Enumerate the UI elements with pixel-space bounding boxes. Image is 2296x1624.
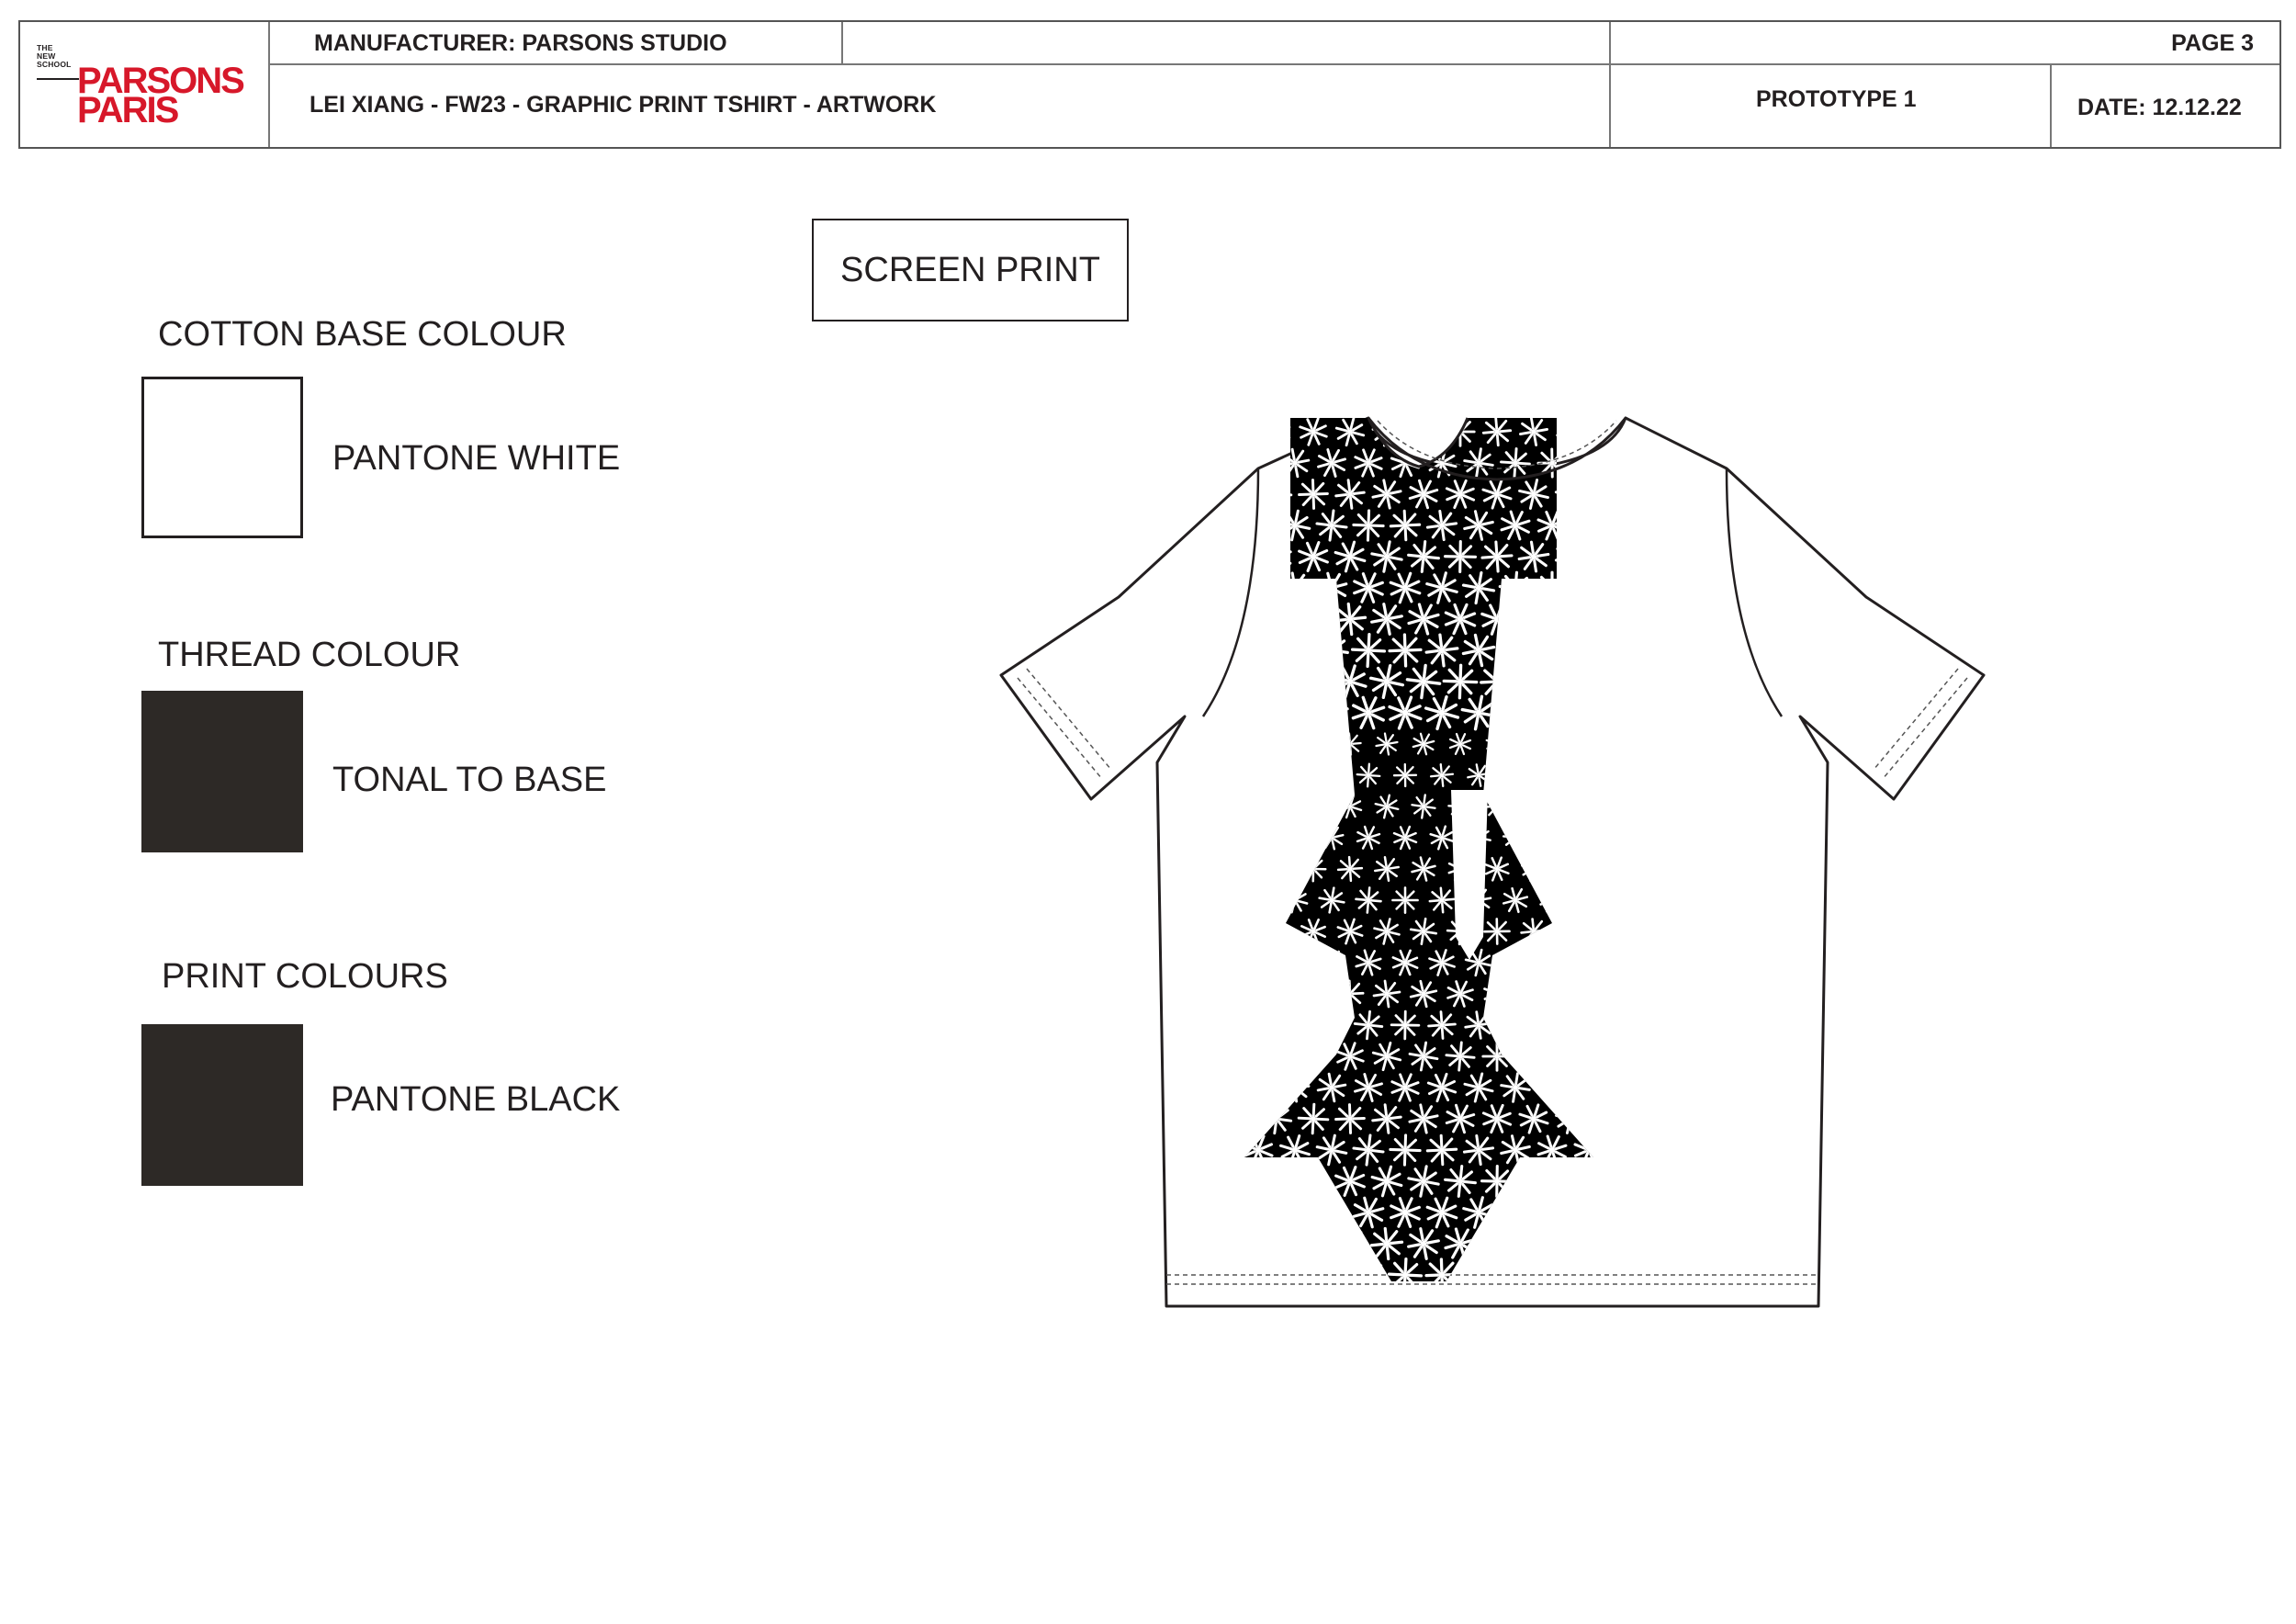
print-method-label: SCREEN PRINT <box>840 250 1100 289</box>
print-flower-motif <box>1256 418 1297 452</box>
thread-colour-heading: THREAD COLOUR <box>158 636 461 674</box>
logo-parsons-paris-text: PARSONS PARIS <box>77 61 245 130</box>
print-colour-swatch <box>141 1024 303 1186</box>
prototype-field: PROTOTYPE 1 <box>1756 86 1917 112</box>
print-flower-motif <box>1350 632 1387 669</box>
page-number: PAGE 3 <box>2171 30 2254 56</box>
date-field: DATE: 12.12.22 <box>2077 95 2242 120</box>
parsons-paris-logo: THE NEW SCHOOL PARSONS PARIS <box>37 44 266 136</box>
print-flower-motif <box>1351 508 1386 543</box>
print-flower-motif <box>1296 1101 1331 1136</box>
header-divider <box>2050 63 2052 147</box>
header-divider <box>1609 22 1611 147</box>
header-divider <box>841 22 843 63</box>
thread-colour-swatch <box>141 691 303 852</box>
print-flower-motif <box>1549 418 1592 453</box>
print-flower-motif <box>1391 886 1419 914</box>
logo-rule <box>37 78 79 80</box>
print-flower-motif <box>1390 1009 1421 1041</box>
thread-colour-value: TONAL TO BASE <box>332 761 607 799</box>
base-colour-heading: COTTON BASE COLOUR <box>158 315 567 354</box>
header-divider <box>268 63 2279 65</box>
print-flower-motif <box>1407 418 1440 448</box>
document-title: LEI XIANG - FW23 - GRAPHIC PRINT TSHIRT … <box>310 92 937 118</box>
tech-pack-header: THE NEW SCHOOL PARSONS PARIS MANUFACTURE… <box>18 20 2281 149</box>
print-colours-heading: PRINT COLOURS <box>162 957 448 996</box>
print-flower-motif <box>1443 539 1478 574</box>
print-colour-value: PANTONE BLACK <box>331 1080 621 1119</box>
print-flower-motif <box>1441 662 1480 701</box>
logo-new-school-text: THE NEW SCHOOL <box>37 43 72 69</box>
tshirt-flat-sketch <box>999 416 1986 1308</box>
manufacturer-field: MANUFACTURER: PARSONS STUDIO <box>314 30 727 56</box>
base-colour-swatch <box>141 377 303 538</box>
print-flower-motif <box>1244 418 1261 453</box>
base-colour-value: PANTONE WHITE <box>332 439 621 478</box>
header-divider <box>268 22 270 147</box>
print-flower-motif <box>1388 1133 1423 1167</box>
print-method-box: SCREEN PRINT <box>812 219 1129 321</box>
